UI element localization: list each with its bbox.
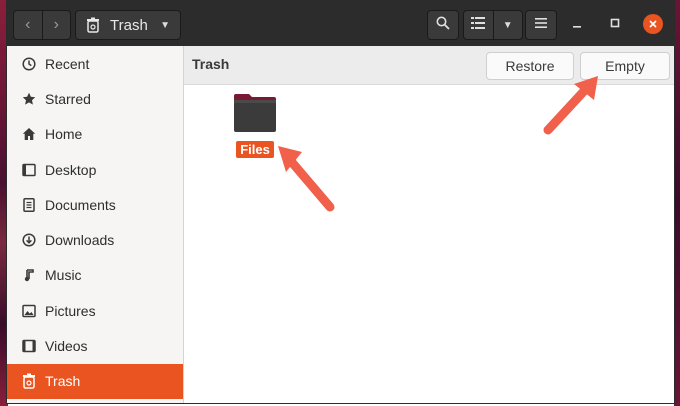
view-toggle-group: ▼ [463,10,523,40]
sidebar-item-label: Recent [45,55,90,72]
forward-button[interactable]: › [41,11,71,39]
page-title: Trash [192,56,230,72]
file-view: Files [184,85,674,403]
sidebar-item-starred[interactable]: Starred [7,81,183,116]
sidebar: Recent Starred Home Desktop Documents Do… [7,46,184,403]
music-icon [21,268,37,282]
video-icon [21,339,37,353]
sidebar-item-documents[interactable]: Documents [7,187,183,222]
document-icon [21,197,37,212]
file-item-label: Files [236,141,274,158]
sidebar-item-label: Trash [45,373,81,390]
sidebar-item-label: Documents [45,196,116,213]
view-options-button[interactable]: ▼ [492,11,523,39]
back-button[interactable]: ‹ [14,11,42,39]
list-view-icon [471,16,486,34]
empty-trash-button[interactable]: Empty [580,52,670,80]
sidebar-item-recent[interactable]: Recent [7,46,183,81]
chevron-down-icon: ▼ [502,19,513,31]
sidebar-item-label: Music [45,267,82,284]
main-menu-button[interactable] [525,10,557,40]
clock-icon [21,57,37,71]
close-button[interactable] [643,14,663,34]
picture-icon [21,304,37,318]
close-icon [648,17,658,32]
download-icon [21,233,37,247]
sidebar-item-downloads[interactable]: Downloads [7,222,183,257]
hamburger-menu-icon [535,16,547,34]
navigation-buttons: ‹ › [13,10,71,40]
sidebar-item-desktop[interactable]: Desktop [7,152,183,187]
minimize-button[interactable] [567,14,587,34]
search-button[interactable] [427,10,459,40]
restore-button[interactable]: Restore [486,52,574,80]
location-button[interactable]: Trash ▼ [75,10,181,40]
desktop-icon [21,163,37,177]
maximize-icon [610,15,620,33]
sidebar-item-pictures[interactable]: Pictures [7,293,183,328]
sidebar-item-label: Pictures [45,302,96,319]
sidebar-item-label: Desktop [45,161,97,178]
sidebar-item-videos[interactable]: Videos [7,328,183,363]
folder-icon [233,94,277,137]
chevron-down-icon: ▼ [160,19,170,31]
home-icon [21,127,37,141]
list-view-button[interactable] [464,11,493,39]
trash-icon [86,17,100,33]
sidebar-item-music[interactable]: Music [7,258,183,293]
file-manager-window: ‹ › Trash ▼ ▼ Recent Starred Home Deskto… [6,0,675,404]
search-icon [436,16,450,35]
sidebar-item-label: Home [45,126,83,143]
header-bar: ‹ › Trash ▼ ▼ [7,0,674,46]
sidebar-item-label: Videos [45,338,88,355]
minimize-icon [572,15,582,33]
file-item-files[interactable]: Files [230,93,280,159]
trash-icon [21,373,37,390]
sidebar-item-trash[interactable]: Trash [7,363,183,399]
location-label: Trash [110,16,148,34]
sidebar-item-home[interactable]: Home [7,117,183,152]
sidebar-item-label: Starred [45,90,91,107]
trash-action-bar: Trash Restore Empty [184,46,674,85]
sidebar-item-label: Downloads [45,232,115,249]
star-icon [21,92,37,106]
maximize-button[interactable] [605,14,625,34]
